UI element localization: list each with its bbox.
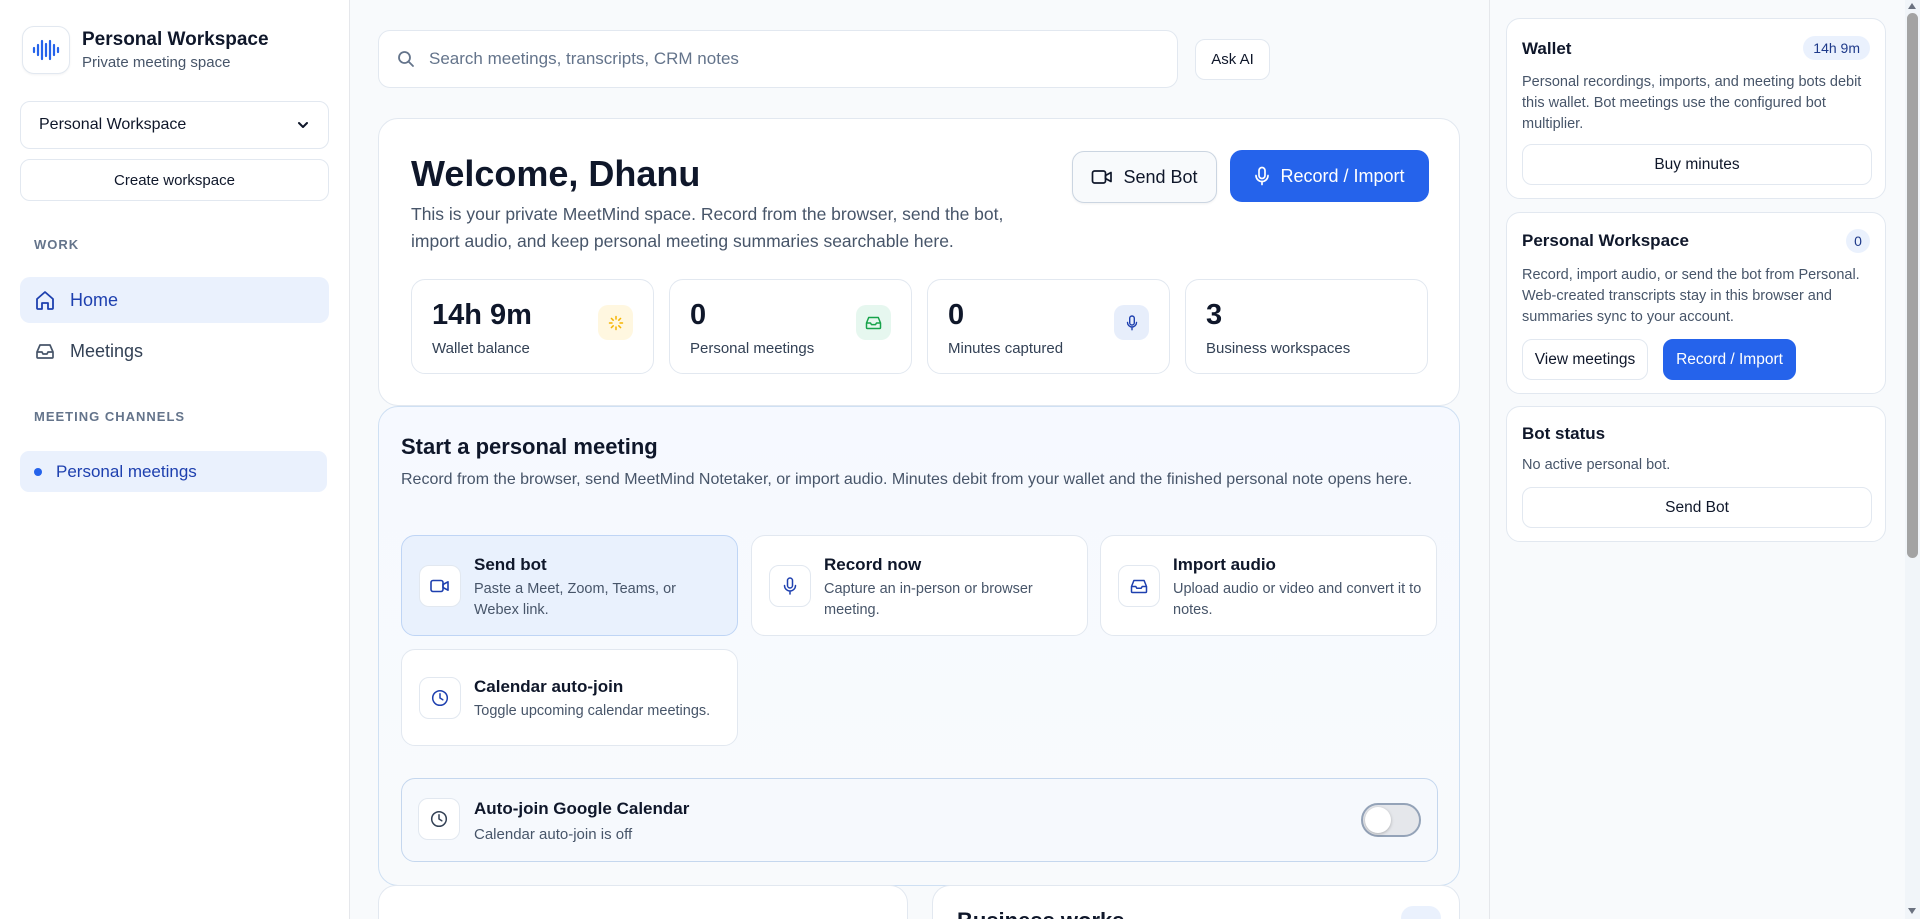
stat-value: 0 <box>948 299 965 331</box>
stat-label: Business workspaces <box>1206 340 1351 357</box>
option-title: Calendar auto-join <box>474 677 624 696</box>
option-calendar-auto-join[interactable]: Calendar auto-join Toggle upcoming calen… <box>401 649 738 746</box>
count-badge <box>1401 906 1441 919</box>
video-camera-icon <box>1091 169 1123 185</box>
microphone-icon <box>1114 305 1149 340</box>
audio-waveform-icon <box>22 26 70 74</box>
card-description: Personal recordings, imports, and meetin… <box>1522 74 1862 132</box>
option-title: Record now <box>824 555 922 574</box>
page-title: Welcome, Dhanu <box>411 153 701 194</box>
video-camera-icon <box>419 565 461 607</box>
auto-join-google-calendar: Auto-join Google Calendar Calendar auto-… <box>401 778 1438 862</box>
section-label-meeting-channels: MEETING CHANNELS <box>34 409 186 424</box>
chevron-down-icon <box>296 118 310 132</box>
option-description: Toggle upcoming calendar meetings. <box>474 703 711 719</box>
search-icon <box>397 50 415 68</box>
option-description: Capture an in-person or browser meeting. <box>824 581 1033 618</box>
channel-dot <box>34 467 42 476</box>
card-title: Personal Workspace <box>1522 231 1689 250</box>
bot-status-card: Bot status No active personal bot. Send … <box>1506 406 1886 542</box>
stat-value: 14h 9m <box>432 299 532 331</box>
sun-icon <box>598 305 633 340</box>
create-workspace-button[interactable]: Create workspace <box>20 159 329 201</box>
clock-icon <box>418 798 460 840</box>
stat-minutes-captured: 0 Minutes captured <box>927 279 1170 374</box>
brand: Personal Workspace Private meeting space <box>22 26 269 74</box>
record-import-button[interactable]: Record / Import <box>1230 150 1429 202</box>
inbox-icon <box>856 305 891 340</box>
sidebar-item-home[interactable]: Home <box>20 277 329 323</box>
send-bot-button[interactable]: Send Bot <box>1072 151 1217 203</box>
card-description: Record, import audio, or send the bot fr… <box>1522 267 1860 325</box>
clock-icon <box>419 677 461 719</box>
auto-join-status: Calendar auto-join is off <box>474 826 633 843</box>
sidebar-item-personal-meetings[interactable]: Personal meetings <box>20 451 327 492</box>
card-title: Business works <box>957 908 1125 919</box>
page-scrollbar[interactable] <box>1905 0 1920 919</box>
search-placeholder: Search meetings, transcripts, CRM notes <box>429 49 739 68</box>
wallet-card: Wallet 14h 9m Personal recordings, impor… <box>1506 18 1886 199</box>
ask-ai-button[interactable]: Ask AI <box>1195 39 1270 80</box>
record-import-label: Record / Import <box>1280 165 1405 186</box>
stat-business-workspaces: 3 Business workspaces <box>1185 279 1428 374</box>
option-description: Upload audio or video and convert it to … <box>1173 581 1422 618</box>
scroll-up-arrow-icon[interactable] <box>1908 3 1916 9</box>
option-import-audio[interactable]: Import audio Upload audio or video and c… <box>1100 535 1437 636</box>
option-send-bot[interactable]: Send bot Paste a Meet, Zoom, Teams, or W… <box>401 535 738 636</box>
sidebar-item-label: Personal meetings <box>56 461 197 481</box>
microphone-icon <box>1254 166 1280 186</box>
bot-status-text: No active personal bot. <box>1522 457 1671 473</box>
count-badge: 0 <box>1846 229 1870 253</box>
record-import-button[interactable]: Record / Import <box>1663 339 1796 380</box>
sidebar-item-label: Home <box>70 289 119 310</box>
section-description: Record from the browser, send MeetMind N… <box>401 471 1413 488</box>
personal-workspace-card: Personal Workspace 0 Record, import audi… <box>1506 212 1886 394</box>
inbox-icon <box>34 340 56 362</box>
start-meeting-card: Start a personal meeting Record from the… <box>378 406 1460 886</box>
workspace-select-value: Personal Workspace <box>39 116 187 133</box>
auto-join-title: Auto-join Google Calendar <box>474 799 690 818</box>
stat-value: 3 <box>1206 299 1223 331</box>
card-title: Wallet <box>1522 39 1572 58</box>
welcome-intro: This is your private MeetMind space. Rec… <box>411 204 1004 251</box>
stat-personal-meetings: 0 Personal meetings <box>669 279 912 374</box>
option-title: Send bot <box>474 555 547 574</box>
sidebar-item-meetings[interactable]: Meetings <box>20 328 329 374</box>
scrollbar-thumb[interactable] <box>1907 13 1918 558</box>
sidebar-item-label: Meetings <box>70 340 144 361</box>
inbox-icon <box>1118 565 1160 607</box>
wallet-balance-badge: 14h 9m <box>1803 36 1870 60</box>
sidebar: Personal Workspace Private meeting space… <box>0 0 350 919</box>
microphone-icon <box>769 565 811 607</box>
scroll-down-arrow-icon[interactable] <box>1908 908 1916 914</box>
option-description: Paste a Meet, Zoom, Teams, or Webex link… <box>474 581 677 618</box>
stat-label: Minutes captured <box>948 340 1064 357</box>
home-icon <box>34 289 56 311</box>
search-input[interactable]: Search meetings, transcripts, CRM notes <box>378 30 1178 88</box>
workspace-select[interactable]: Personal Workspace <box>20 101 329 149</box>
auto-join-toggle[interactable] <box>1361 803 1421 837</box>
view-meetings-button[interactable]: View meetings <box>1522 339 1648 380</box>
welcome-card: Welcome, Dhanu This is your private Meet… <box>378 118 1460 406</box>
stat-label: Wallet balance <box>432 340 530 357</box>
card-title: Bot status <box>1522 424 1606 443</box>
buy-minutes-button[interactable]: Buy minutes <box>1522 144 1872 185</box>
brand-title: Personal Workspace <box>82 29 269 50</box>
send-bot-label: Send Bot <box>1123 166 1198 187</box>
stat-value: 0 <box>690 299 707 331</box>
bottom-left-card <box>378 885 908 919</box>
right-panel: Wallet 14h 9m Personal recordings, impor… <box>1489 0 1905 919</box>
section-title: Start a personal meeting <box>401 434 658 459</box>
option-record-now[interactable]: Record now Capture an in-person or brows… <box>751 535 1088 636</box>
section-label-work: WORK <box>34 237 80 252</box>
send-bot-button[interactable]: Send Bot <box>1522 487 1872 528</box>
business-workspaces-card: Business works <box>932 885 1460 919</box>
stat-wallet-balance: 14h 9m Wallet balance <box>411 279 654 374</box>
toggle-knob <box>1365 807 1391 833</box>
brand-subtitle: Private meeting space <box>82 54 231 71</box>
option-title: Import audio <box>1173 555 1276 574</box>
stat-label: Personal meetings <box>690 340 815 357</box>
